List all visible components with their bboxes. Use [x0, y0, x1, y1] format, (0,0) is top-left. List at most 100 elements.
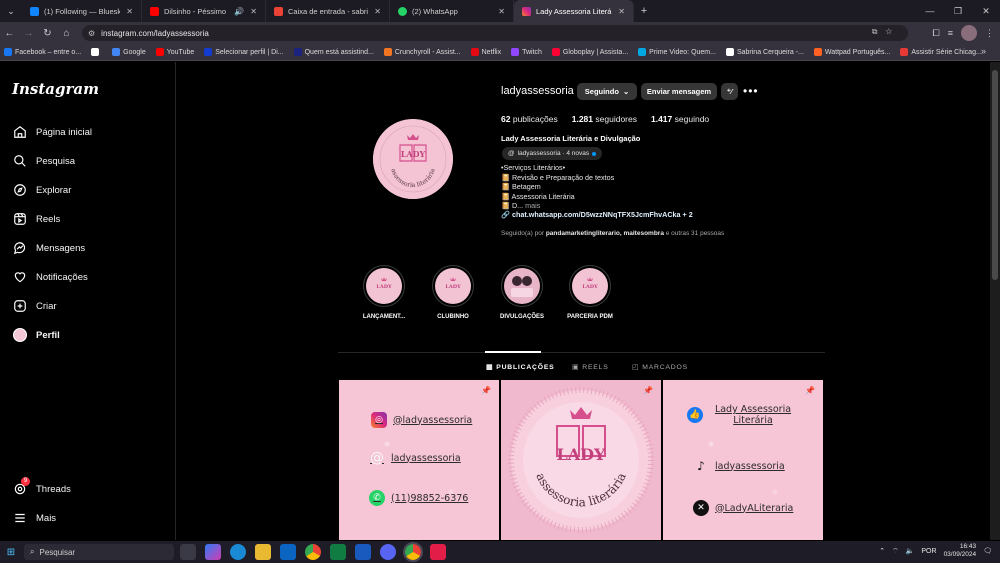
- media-player-icon[interactable]: [430, 544, 446, 560]
- bookmark-item[interactable]: Sabrina Cerqueira -...: [725, 48, 804, 56]
- back-icon[interactable]: ←: [0, 28, 19, 39]
- notification-icon[interactable]: 🗨: [983, 547, 992, 555]
- bookmark-favicon-icon: [112, 48, 121, 56]
- reload-icon[interactable]: ↻: [38, 28, 57, 39]
- file-explorer-icon[interactable]: [255, 544, 271, 560]
- close-icon[interactable]: ✕: [126, 7, 133, 16]
- sidebar-item-search[interactable]: Pesquisa: [12, 153, 75, 169]
- page-scrollbar[interactable]: [990, 62, 1000, 540]
- tab-publicacoes[interactable]: ▦ PUBLICAÇÕES: [486, 363, 555, 372]
- close-icon[interactable]: ✕: [498, 7, 505, 16]
- bookmark-item[interactable]: Twitch: [511, 48, 542, 56]
- tab-marcados[interactable]: ◰ MARCADOS: [632, 363, 688, 372]
- bookmark-item[interactable]: [91, 48, 102, 56]
- bookmark-item[interactable]: Facebook – entre o...: [4, 48, 81, 56]
- outlook-icon[interactable]: [280, 544, 296, 560]
- network-icon[interactable]: ⌔: [892, 547, 899, 556]
- more-options-icon[interactable]: •••: [743, 84, 759, 98]
- browser-profile-avatar[interactable]: [961, 25, 977, 41]
- following-stat[interactable]: 1.417 seguindo: [651, 114, 709, 124]
- sidebar-item-threads[interactable]: 9 Threads: [12, 477, 71, 497]
- bookmark-item[interactable]: YouTube: [155, 48, 194, 56]
- sidebar-item-create[interactable]: Criar: [12, 298, 57, 314]
- speaker-icon[interactable]: 🔊: [234, 7, 244, 16]
- scrollbar-thumb[interactable]: [992, 70, 998, 280]
- sidebar-item-messages[interactable]: Mensagens: [12, 240, 85, 256]
- tab-search-chevron-icon[interactable]: ⌄: [0, 0, 22, 22]
- sidebar-item-more[interactable]: Mais: [12, 510, 56, 526]
- following-button[interactable]: Seguindo ⌄: [577, 83, 637, 100]
- install-icon[interactable]: ⧉: [872, 27, 886, 36]
- instagram-logo[interactable]: Instagram: [12, 80, 99, 98]
- discord-icon[interactable]: [380, 544, 396, 560]
- threads-chip[interactable]: @ ladyassessoria · 4 novas: [502, 147, 603, 160]
- close-icon[interactable]: ✕: [618, 7, 625, 16]
- chrome-icon[interactable]: [305, 544, 321, 560]
- sidebar-item-notifications[interactable]: Notificações: [12, 269, 88, 285]
- home-icon[interactable]: ⌂: [57, 28, 76, 39]
- new-tab-button[interactable]: +: [634, 5, 654, 17]
- highlight-clubinho[interactable]: LADY CLUBINHO: [430, 265, 476, 320]
- close-icon[interactable]: ✕: [374, 7, 381, 16]
- bookmarks-overflow-icon[interactable]: »: [981, 46, 986, 56]
- bookmark-item[interactable]: Globoplay | Assista...: [551, 48, 628, 56]
- search-icon: ⌕: [30, 547, 35, 556]
- forward-icon[interactable]: →: [19, 28, 38, 39]
- send-message-button[interactable]: Enviar mensagem: [641, 83, 717, 100]
- tab-reels[interactable]: ▣ REELS: [572, 363, 609, 372]
- volume-icon[interactable]: 🔈: [906, 547, 915, 555]
- followed-by[interactable]: Seguido(a) por pandamarketingliterario, …: [501, 230, 724, 237]
- plus-square-icon: [12, 298, 28, 314]
- bookmark-item[interactable]: Netflix: [470, 48, 501, 56]
- chrome-active-icon[interactable]: [403, 542, 423, 562]
- highlight-label: CLUBINHO: [437, 314, 469, 320]
- profile-avatar[interactable]: LADY assessoria literária: [373, 119, 453, 199]
- url-bar[interactable]: ⚙ instagram.com/ladyassessoria ⧉☆: [82, 25, 908, 41]
- tab-whatsapp[interactable]: (2) WhatsApp ✕: [390, 0, 514, 22]
- extensions-icon[interactable]: ⧠: [933, 28, 940, 39]
- bio-link[interactable]: 🔗 chat.whatsapp.com/D5wzzNNqTFX5JcmFhvAC…: [501, 210, 693, 219]
- bookmark-item[interactable]: Prime Video: Quem...: [638, 48, 716, 56]
- suggest-users-button[interactable]: ⁺⁄: [721, 83, 738, 100]
- highlight-divulgacoes[interactable]: DIVULGAÇÕES: [499, 265, 545, 320]
- sidebar-item-profile[interactable]: Perfil: [12, 327, 60, 343]
- bookmark-item[interactable]: Assistir Série Chicag...: [900, 48, 982, 56]
- windows-start-icon[interactable]: ⊞: [0, 547, 22, 558]
- tab-gmail[interactable]: Caixa de entrada - sabrinacerq ✕: [266, 0, 390, 22]
- followers-stat[interactable]: 1.281 seguidores: [572, 114, 637, 124]
- bio-more-link[interactable]: mais: [525, 201, 540, 210]
- tab-youtube[interactable]: Dilsinho - Péssimo Negócio 🔊 ✕: [142, 0, 266, 22]
- browser-menu-icon[interactable]: ⋮: [985, 28, 994, 39]
- maximize-icon[interactable]: ❐: [944, 6, 972, 17]
- minimize-icon[interactable]: —: [916, 6, 944, 16]
- tab-instagram[interactable]: Lady Assessoria Literária e Divu ✕: [514, 0, 634, 22]
- language-indicator[interactable]: POR: [921, 548, 936, 555]
- post-2[interactable]: 📌 LADY assessoria literária: [501, 380, 661, 540]
- bookmark-star-icon[interactable]: ☆: [885, 27, 900, 36]
- sidebar-item-explore[interactable]: Explorar: [12, 182, 71, 198]
- site-info-icon[interactable]: ⚙: [88, 29, 95, 38]
- post-3[interactable]: 📌 👍 Lady Assessoria Literária ♪ ladyasse…: [663, 380, 823, 540]
- clock[interactable]: 16:43 03/09/2024: [944, 543, 977, 559]
- excel-icon[interactable]: [330, 544, 346, 560]
- task-view-icon[interactable]: [180, 544, 196, 560]
- sidebar-item-reels[interactable]: Reels: [12, 211, 60, 227]
- copilot-icon[interactable]: [205, 544, 221, 560]
- edge-icon[interactable]: [230, 544, 246, 560]
- highlight-launches[interactable]: LADY LANÇAMENT...: [361, 265, 407, 320]
- word-icon[interactable]: [355, 544, 371, 560]
- taskbar-search[interactable]: ⌕ Pesquisar: [24, 544, 174, 560]
- tray-chevron-icon[interactable]: ⌃: [879, 547, 885, 555]
- close-window-icon[interactable]: ✕: [972, 6, 1000, 17]
- media-icon[interactable]: ≡: [948, 28, 953, 38]
- bookmark-item[interactable]: Wattpad Português...: [813, 48, 890, 56]
- highlight-parceria[interactable]: LADY PARCERIA PDM: [567, 265, 613, 320]
- sidebar-item-home[interactable]: Página inicial: [12, 124, 92, 140]
- bookmark-item[interactable]: Selecionar perfil | Di...: [204, 48, 284, 56]
- bookmark-item[interactable]: Crunchyroll - Assist...: [383, 48, 461, 56]
- tab-bluesky[interactable]: (1) Following — Bluesky ✕: [22, 0, 142, 22]
- bookmark-item[interactable]: Google: [112, 48, 146, 56]
- bookmark-item[interactable]: Quem está assistind...: [293, 48, 374, 56]
- post-1[interactable]: 📌 ◎ @ladyassessoria @ ladyassessoria ✆ (…: [339, 380, 499, 540]
- close-icon[interactable]: ✕: [250, 7, 257, 16]
